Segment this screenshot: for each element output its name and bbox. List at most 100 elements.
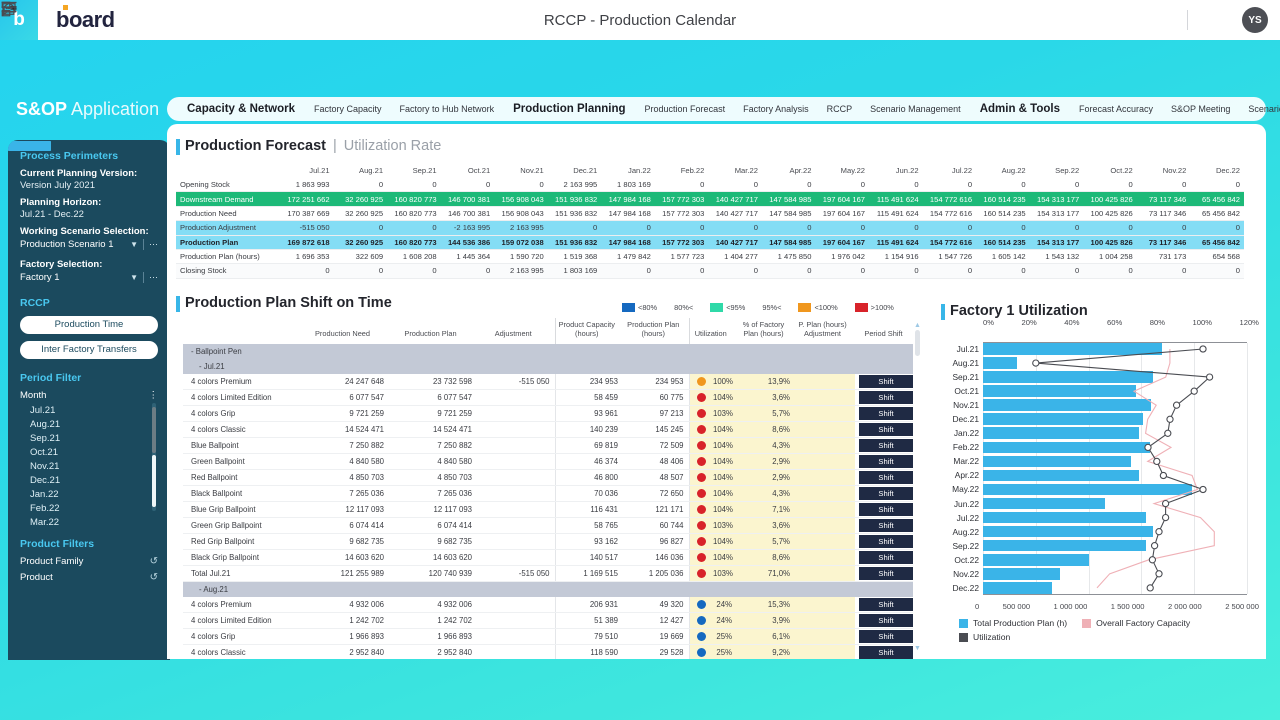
chart-marker[interactable] [1033, 360, 1039, 366]
plan-hours-adjustment[interactable] [795, 486, 855, 502]
table-row[interactable]: 4 colors Grip9 721 2599 721 25993 96197 … [183, 406, 917, 422]
plan-hours-adjustment[interactable] [795, 534, 855, 550]
chart-marker[interactable] [1207, 374, 1213, 380]
chart-marker[interactable] [1165, 430, 1171, 436]
avatar[interactable]: YS [1242, 7, 1268, 33]
shift-button[interactable]: Shift [859, 646, 913, 659]
shift-button[interactable]: Shift [859, 391, 913, 404]
table-group-row[interactable]: - Aug.21 [183, 582, 917, 598]
shift-button[interactable]: Shift [859, 519, 913, 532]
table-row[interactable]: 4 colors Premium4 932 0064 932 006206 93… [183, 597, 917, 613]
shift-button[interactable]: Shift [859, 455, 913, 468]
table-row[interactable]: 4 colors Grip1 966 8931 966 89379 51019 … [183, 629, 917, 645]
nav-item-scenario-management[interactable]: Scenario Management [861, 104, 970, 114]
factory-select[interactable]: Factory 1 ▼ ⋯ [20, 272, 158, 283]
nav-item-admin-tools[interactable]: Admin & Tools [970, 103, 1070, 115]
chart-marker[interactable] [1200, 346, 1206, 352]
scenario-more-icon[interactable]: ⋯ [143, 239, 158, 250]
table-row[interactable]: Blue Ballpoint7 250 8827 250 88269 81972… [183, 438, 917, 454]
scenario-select[interactable]: Production Scenario 1 ▼ ⋯ [20, 239, 158, 250]
month-item-feb-22[interactable]: Feb.22 [20, 501, 158, 515]
table-row[interactable]: Red Ballpoint4 850 7034 850 70346 80048 … [183, 470, 917, 486]
chart-marker[interactable] [1174, 402, 1180, 408]
scroll-down-icon[interactable]: ▼ [913, 645, 922, 652]
chart-marker[interactable] [1200, 486, 1206, 492]
chevron-down-icon[interactable]: ▼ [130, 273, 138, 282]
reset-icon[interactable]: ↺ [150, 572, 158, 583]
shift-table-scrollbar[interactable]: ▲ ▼ [913, 322, 922, 652]
plan-hours-adjustment[interactable] [795, 518, 855, 534]
table-row[interactable]: Blue Grip Ballpoint12 117 09312 117 0931… [183, 502, 917, 518]
shift-button[interactable]: Shift [859, 407, 913, 420]
table-row[interactable]: 4 colors Classic2 952 8402 952 840118 59… [183, 645, 917, 659]
shift-button[interactable]: Shift [859, 487, 913, 500]
nav-item-scenario-workflow[interactable]: Scenario Workflow [1239, 104, 1280, 114]
table-row[interactable]: 4 colors Premium24 247 64823 732 598-515… [183, 374, 917, 390]
table-row[interactable]: Green Ballpoint4 840 5804 840 58046 3744… [183, 454, 917, 470]
filter-product-bar[interactable] [8, 141, 51, 151]
inter-factory-transfers-button[interactable]: Inter Factory Transfers [20, 341, 158, 359]
month-item-sep-21[interactable]: Sep.21 [20, 431, 158, 445]
shift-button[interactable]: Shift [859, 598, 913, 611]
production-time-button[interactable]: Production Time [20, 316, 158, 334]
plan-hours-adjustment[interactable] [795, 438, 855, 454]
month-item-dec-21[interactable]: Dec.21 [20, 473, 158, 487]
chevron-down-icon[interactable]: ▼ [130, 240, 138, 249]
shift-button[interactable]: Shift [859, 439, 913, 452]
plan-hours-adjustment[interactable] [795, 406, 855, 422]
plan-hours-adjustment[interactable] [795, 645, 855, 659]
nav-item-forecast-accuracy[interactable]: Forecast Accuracy [1070, 104, 1162, 114]
table-row[interactable]: Black Grip Ballpoint14 603 62014 603 620… [183, 550, 917, 566]
nav-item-factory-to-hub-network[interactable]: Factory to Hub Network [391, 104, 504, 114]
shift-button[interactable]: Shift [859, 551, 913, 564]
filter-product[interactable]: Product ↺ [20, 572, 158, 583]
plan-hours-adjustment[interactable] [795, 390, 855, 406]
table-row[interactable]: Black Ballpoint7 265 0367 265 03670 0367… [183, 486, 917, 502]
shift-button[interactable]: Shift [859, 375, 913, 388]
plan-hours-adjustment[interactable] [795, 613, 855, 629]
nav-item-rccp[interactable]: RCCP [818, 104, 862, 114]
plan-hours-adjustment[interactable] [795, 629, 855, 645]
table-row[interactable]: Green Grip Ballpoint6 074 4146 074 41458… [183, 518, 917, 534]
nav-item-production-forecast[interactable]: Production Forecast [636, 104, 735, 114]
table-row[interactable]: Total Jul.21121 255 989120 740 939-515 0… [183, 566, 917, 582]
home-icon[interactable] [1073, 9, 1095, 31]
scroll-thumb[interactable] [152, 455, 156, 507]
nav-item-factory-capacity[interactable]: Factory Capacity [305, 104, 391, 114]
plan-hours-adjustment[interactable] [795, 566, 855, 582]
chart-marker[interactable] [1167, 416, 1173, 422]
table-row[interactable]: Red Grip Ballpoint9 682 7359 682 73593 1… [183, 534, 917, 550]
plan-hours-adjustment[interactable] [795, 454, 855, 470]
filter-product-family[interactable]: Product Family ↺ [20, 556, 158, 567]
table-row[interactable]: 4 colors Classic14 524 47114 524 471140 … [183, 422, 917, 438]
month-options-icon[interactable]: ⋮ [149, 390, 159, 401]
chart-marker[interactable] [1163, 501, 1169, 507]
chart-marker[interactable] [1152, 543, 1158, 549]
chart-marker[interactable] [1149, 557, 1155, 563]
shift-button[interactable]: Shift [859, 614, 913, 627]
plan-hours-adjustment[interactable] [795, 550, 855, 566]
shift-button[interactable]: Shift [859, 471, 913, 484]
plan-hours-adjustment[interactable] [795, 422, 855, 438]
month-item-oct-21[interactable]: Oct.21 [20, 445, 158, 459]
chart-marker[interactable] [1191, 388, 1197, 394]
shift-button[interactable]: Shift [859, 630, 913, 643]
scroll-up-icon[interactable]: ▲ [913, 322, 922, 329]
table-group-row[interactable]: - Jul.21 [183, 359, 917, 374]
factory-more-icon[interactable]: ⋯ [143, 272, 158, 283]
chart-marker[interactable] [1156, 571, 1162, 577]
shift-button[interactable]: Shift [859, 423, 913, 436]
chart-marker[interactable] [1160, 472, 1166, 478]
chart-marker[interactable] [1163, 515, 1169, 521]
plan-hours-adjustment[interactable] [795, 502, 855, 518]
nav-item-production-planning[interactable]: Production Planning [503, 103, 635, 115]
chart-marker[interactable] [1156, 529, 1162, 535]
table-row[interactable]: 4 colors Limited Edition6 077 5476 077 5… [183, 390, 917, 406]
nav-item-capacity-network[interactable]: Capacity & Network [177, 103, 305, 115]
month-list-scrollbar[interactable] [152, 403, 156, 511]
table-group-row[interactable]: - Ballpoint Pen [183, 344, 917, 359]
layout-icon[interactable] [1111, 9, 1133, 31]
plan-hours-adjustment[interactable] [795, 470, 855, 486]
plan-hours-adjustment[interactable] [795, 374, 855, 390]
month-item-nov-21[interactable]: Nov.21 [20, 459, 158, 473]
